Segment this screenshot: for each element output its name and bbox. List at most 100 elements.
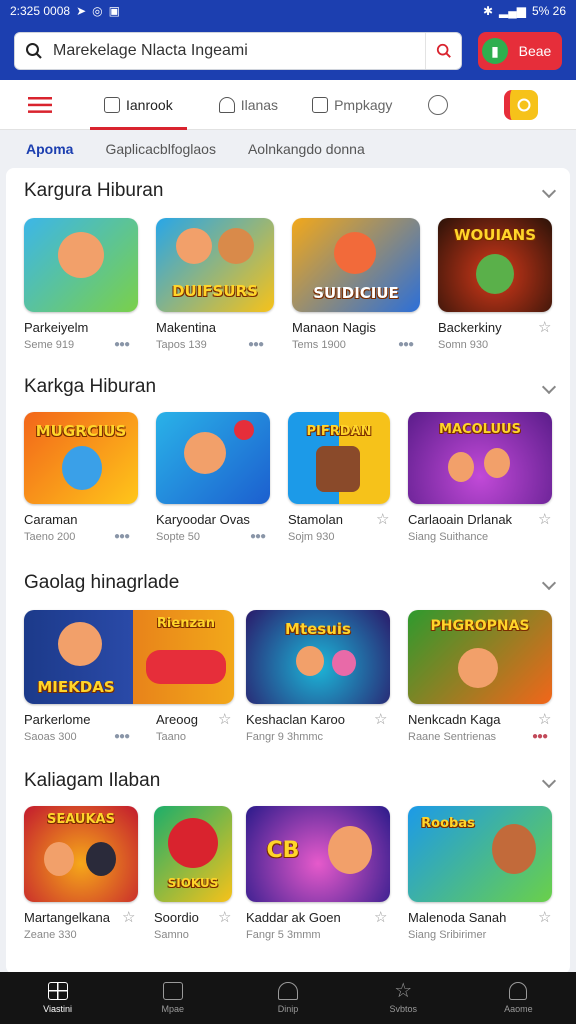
character-art — [62, 446, 102, 490]
character-art — [296, 646, 324, 676]
nav-item-dinip[interactable]: Dinip — [230, 972, 345, 1024]
app-thumbnail: MUGRCIUS — [24, 412, 138, 504]
more-dots: ●●● — [114, 531, 130, 542]
content-card: Kargura Hiburan Parkeiyelm Seme 919 ●●● … — [6, 168, 570, 974]
app-item[interactable]: CB Kaddar ak Goen ☆ Fangr 5 3mmm — [246, 806, 390, 941]
app-item[interactable]: DUIFSURS Makentina Tapos 139 ●●● — [156, 218, 274, 351]
app-banner: PHGROPNAS — [430, 618, 530, 634]
app-name: Martangelkana — [24, 910, 110, 925]
character-art — [458, 648, 498, 688]
star-icon[interactable]: ☆ — [374, 710, 387, 728]
search-bar[interactable] — [14, 32, 462, 70]
app-meta: Taeno 200 — [24, 531, 76, 543]
character-art — [334, 232, 376, 274]
grid-icon — [47, 982, 68, 1000]
app-item[interactable]: MIEKDAS Rienzan Parkerlome Saoas 300 ●●●… — [24, 610, 234, 743]
app-banner: PIFRDAN — [306, 424, 372, 439]
app-item[interactable]: SEAUKAS Martangelkana ☆ Zeane 330 — [24, 806, 138, 941]
character-art — [44, 842, 74, 876]
action-button[interactable]: ▮ Beae — [478, 32, 562, 70]
app-thumbnail: WOUIANS — [438, 218, 552, 312]
app-thumbnail — [156, 412, 270, 504]
section-title: Gaolag hinagrlade — [24, 572, 180, 593]
tab-icon — [104, 96, 120, 113]
search-submit-icon[interactable] — [425, 33, 461, 69]
app-item[interactable]: WOUIANS Backerkiny ☆ Somn 930 — [438, 218, 552, 351]
character-art — [332, 650, 356, 676]
character-art — [58, 622, 102, 666]
app-meta: Tems 1900 — [292, 339, 346, 351]
section-title: Kargura Hiburan — [24, 180, 164, 201]
section-title: Karkga Hiburan — [24, 376, 157, 397]
more-dots: ●●● — [250, 531, 266, 542]
app-name: Areoog — [156, 712, 198, 727]
subtab-bar: Apoma Gaplicacblfoglaos Aolnkangdo donna — [0, 130, 576, 168]
star-icon[interactable]: ☆ — [218, 710, 231, 728]
menu-icon[interactable] — [0, 80, 80, 130]
send-icon: ➤ — [76, 4, 87, 18]
chevron-down-icon[interactable] — [541, 773, 557, 789]
app-thumbnail: PIFRDAN — [288, 412, 390, 504]
app-item[interactable]: Karyoodar Ovas Sopte 50 ●●● — [156, 412, 270, 543]
app-item[interactable]: PIFRDAN Stamolan ☆ Sojm 930 — [288, 412, 390, 543]
app-thumbnail: MIEKDAS Rienzan — [24, 610, 234, 704]
app-item[interactable]: PHGROPNAS Nenkcadn Kaga ☆ Raane Sentrien… — [408, 610, 552, 743]
app-banner: MIEKDAS — [37, 678, 115, 696]
nav-item-aaome[interactable]: Aaome — [461, 972, 576, 1024]
app-item[interactable]: Roobas Malenoda Sanah ☆ Siang Sribirimer — [408, 806, 552, 941]
app-meta: Saoas 300 — [24, 731, 77, 743]
subtab-apoma[interactable]: Apoma — [26, 141, 73, 157]
nav-item-svbtos[interactable]: ☆ Svbtos — [346, 972, 461, 1024]
app-thumbnail: Mtesuis — [246, 610, 390, 704]
app-meta: Fangr 5 3mmm — [246, 929, 321, 941]
nav-item-viastini[interactable]: Viastini — [0, 972, 115, 1024]
app-item[interactable]: SUIDICIUE Manaon Nagis Tems 1900 ●●● — [292, 218, 420, 351]
info-icon[interactable] — [428, 94, 449, 115]
app-meta: Siang Suithance — [408, 531, 489, 543]
section-gaolag-hinagrlade: Gaolag hinagrlade MIEKDAS Rienzan Parker… — [6, 560, 570, 758]
chevron-down-icon[interactable] — [541, 575, 557, 591]
star-icon[interactable]: ☆ — [538, 510, 551, 528]
action-button-label: Beae — [518, 43, 552, 59]
app-item[interactable]: MACOLUUS Carlaoain Drlanak ☆ Siang Suith… — [408, 412, 552, 543]
app-meta: Fangr 9 3hmmc — [246, 731, 324, 743]
tab-ilanas[interactable]: Ilanas — [205, 80, 292, 130]
app-item[interactable]: SIOKUS Soordio ☆ Samno — [154, 806, 232, 941]
star-icon[interactable]: ☆ — [374, 908, 387, 926]
app-meta: Samno — [154, 929, 189, 941]
character-art — [328, 826, 372, 874]
subtab-2[interactable]: Gaplicacblfoglaos — [105, 141, 216, 157]
bottom-nav: Viastini Mpae Dinip ☆ Svbtos Aaome — [0, 972, 576, 1024]
battery-text: 5% 26 — [531, 4, 566, 18]
app-item[interactable]: MUGRCIUS Caraman Taeno 200 ●●● — [24, 412, 138, 543]
star-icon[interactable]: ☆ — [122, 908, 135, 926]
star-icon[interactable]: ☆ — [538, 710, 551, 728]
search-input[interactable] — [53, 33, 425, 69]
nav-item-mpae[interactable]: Mpae — [115, 972, 230, 1024]
tab-pmpkagy[interactable]: Pmpkagy — [298, 80, 406, 130]
app-meta: Somn 930 — [438, 339, 489, 351]
star-icon[interactable]: ☆ — [218, 908, 231, 926]
star-icon[interactable]: ☆ — [376, 510, 389, 528]
app-meta: Raane Sentrienas — [408, 731, 497, 743]
app-name: Karyoodar Ovas — [156, 512, 250, 527]
nav-label: Viastini — [43, 1004, 73, 1014]
app-thumbnail: Roobas — [408, 806, 552, 902]
status-bar: 2:325 0008 ➤ ◎ ▣ ✱ ▂▄▆ 5% 26 — [0, 0, 576, 22]
chevron-down-icon[interactable] — [541, 183, 557, 199]
character-art — [316, 446, 360, 492]
app-banner: Rienzan — [156, 616, 216, 631]
tab-ianrook[interactable]: Ianrook — [90, 80, 187, 130]
chevron-down-icon[interactable] — [541, 379, 557, 395]
character-art — [86, 842, 116, 876]
coin-icon[interactable] — [504, 89, 539, 120]
app-name: Nenkcadn Kaga — [408, 712, 501, 727]
app-item[interactable]: Mtesuis Keshaclan Karoo ☆ Fangr 9 3hmmc — [246, 610, 390, 743]
subtab-3[interactable]: Aolnkangdo donna — [248, 141, 365, 157]
star-icon[interactable]: ☆ — [538, 318, 551, 336]
character-art — [218, 228, 254, 264]
app-item[interactable]: Parkeiyelm Seme 919 ●●● — [24, 218, 138, 351]
app-thumbnail: SEAUKAS — [24, 806, 138, 902]
character-art — [176, 228, 212, 264]
star-icon[interactable]: ☆ — [538, 908, 551, 926]
